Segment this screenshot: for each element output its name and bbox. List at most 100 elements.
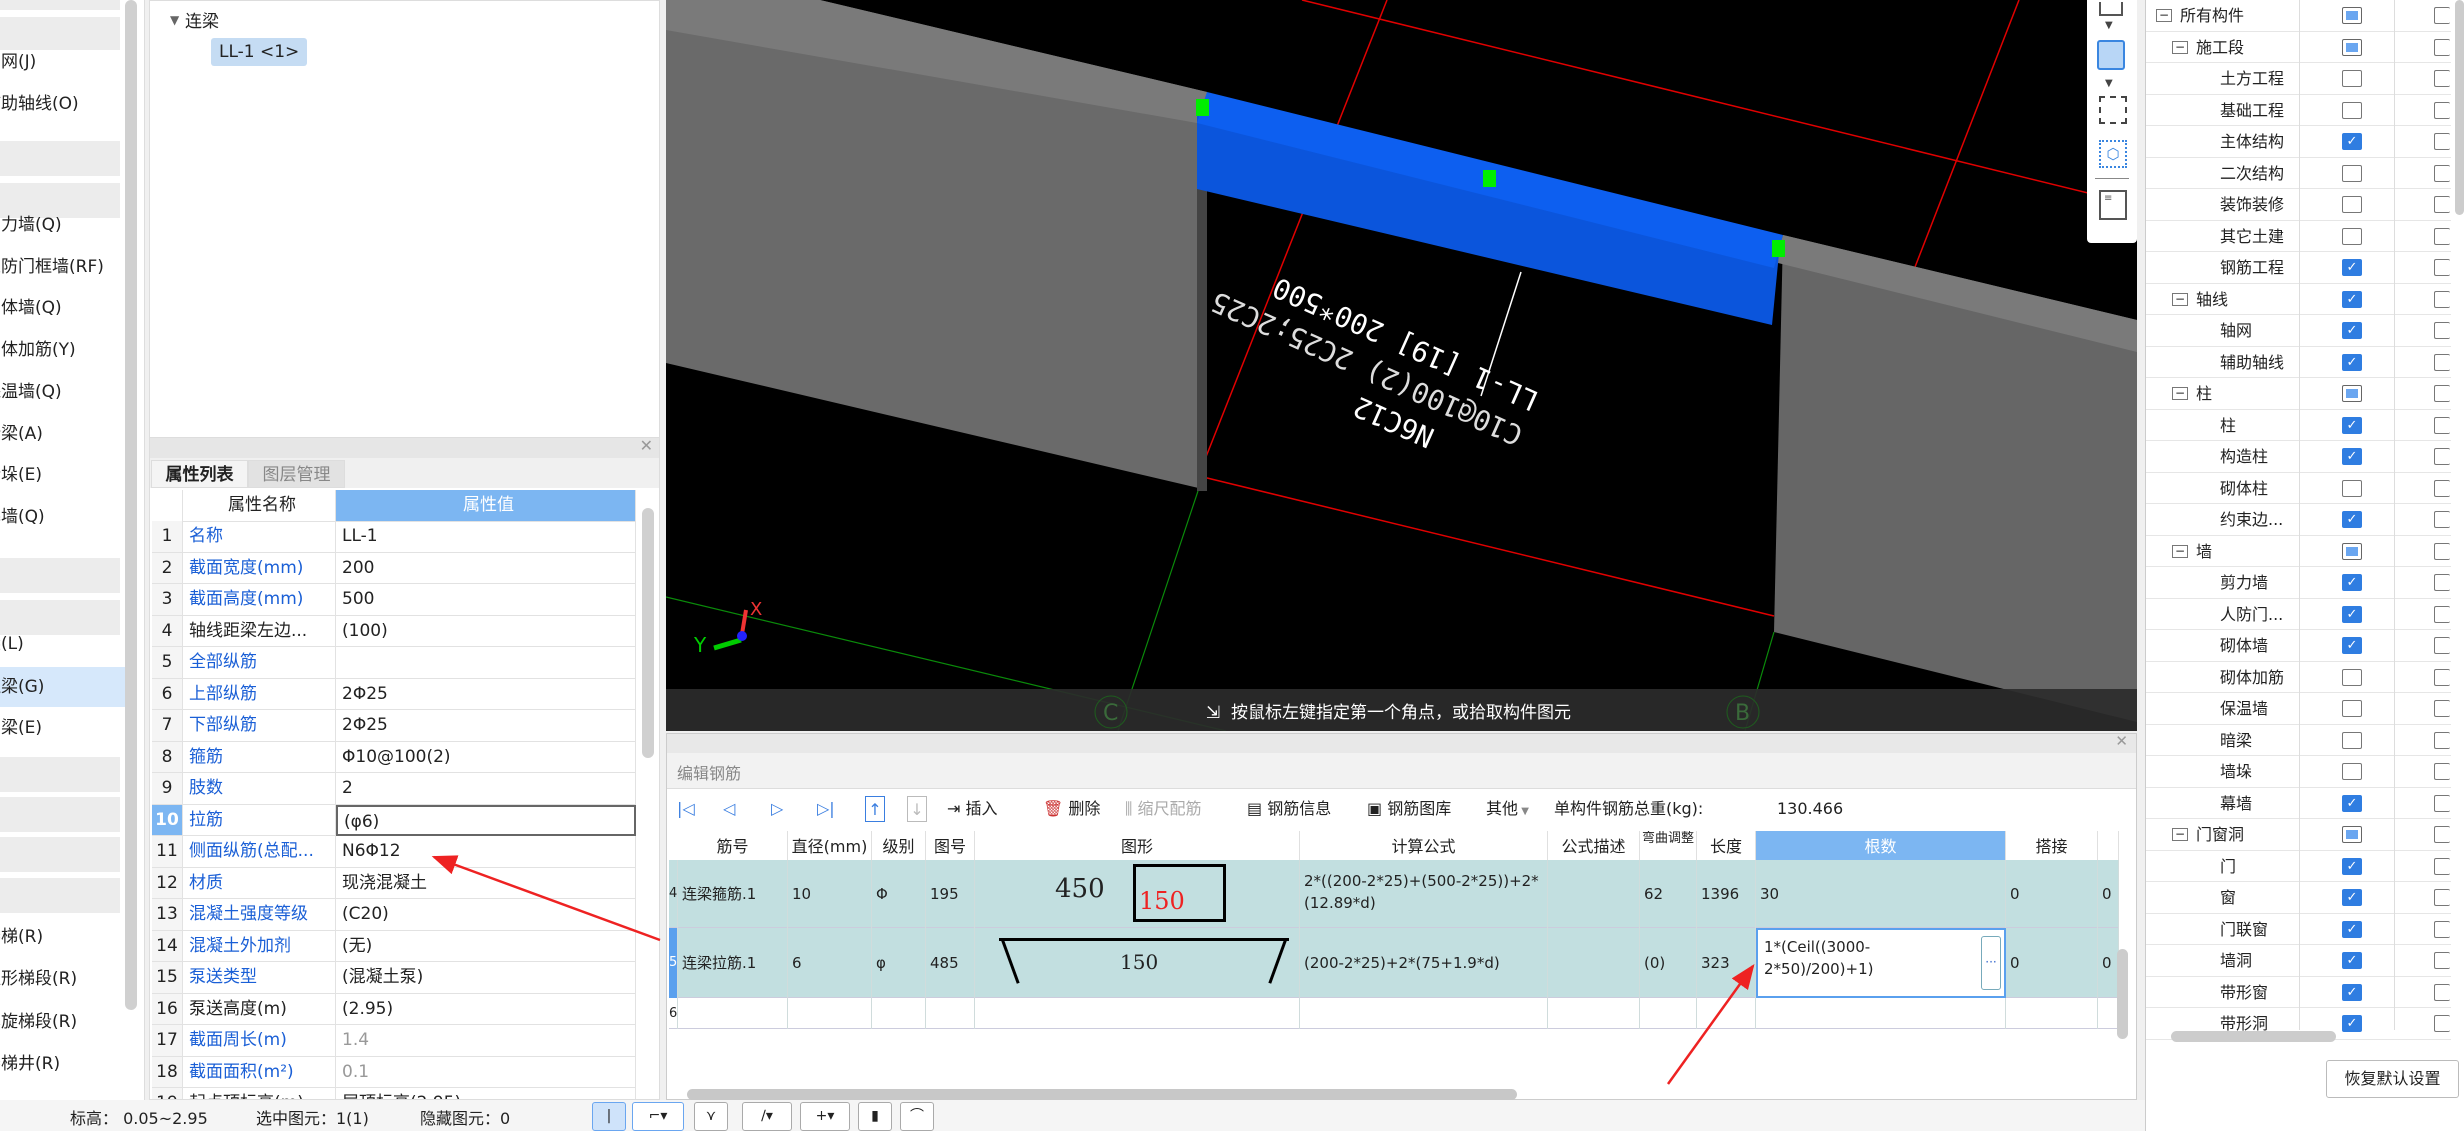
rebar-cell-bend[interactable]: 62 (1640, 860, 1697, 928)
property-row[interactable]: 16 泵送高度(m) (2.95) (150, 993, 640, 1025)
cross-select-button[interactable]: ⋎ (694, 1102, 728, 1131)
close-icon[interactable]: ✕ (640, 438, 653, 455)
property-row[interactable]: 17 截面周长(m) 1.4 (150, 1025, 640, 1057)
secondary-checkbox[interactable] (2434, 133, 2450, 150)
rebar-library-button[interactable]: ▣ 钢筋图库 (1367, 796, 1451, 822)
next-record-icon[interactable]: ▷ (771, 796, 783, 822)
property-value[interactable]: LL-1 (336, 521, 636, 553)
secondary-checkbox[interactable] (2434, 511, 2450, 528)
column-header[interactable]: 弯曲调整 (1640, 831, 1697, 862)
visibility-checkbox[interactable]: ✓ (2342, 448, 2362, 465)
visibility-checkbox[interactable]: ✓ (2342, 574, 2362, 591)
visibility-checkbox[interactable]: ✓ (2342, 259, 2362, 276)
rebar-cell-bend[interactable] (1640, 998, 1697, 1029)
dropdown-arrow-icon[interactable]: ▼ (2105, 20, 2113, 31)
secondary-checkbox[interactable] (2434, 416, 2450, 434)
visibility-checkbox[interactable]: ✓ (2342, 133, 2362, 150)
sidebar-item[interactable]: 剪力墙(Q) (0, 205, 134, 245)
secondary-checkbox[interactable] (2434, 38, 2450, 56)
reset-default-button[interactable]: 恢复默认设置 (2326, 1060, 2459, 1098)
secondary-checkbox[interactable] (2434, 542, 2450, 560)
ellipsis-button[interactable]: ··· (1981, 936, 2001, 990)
secondary-checkbox[interactable] (2434, 668, 2450, 686)
secondary-checkbox[interactable] (2434, 164, 2450, 182)
rebar-cell-fig[interactable]: 195 (926, 860, 975, 928)
rebar-info-button[interactable]: ▤ 钢筋信息 (1247, 796, 1331, 822)
arc-tool-button[interactable]: ⌒ (900, 1102, 934, 1131)
rebar-cell-length[interactable]: 1396 (1697, 860, 1756, 928)
column-header[interactable]: 长度 (1697, 831, 1756, 862)
property-row[interactable]: 8 箍筋 Φ10@100(2) (150, 741, 640, 773)
property-row[interactable]: 18 截面面积(m²) 0.1 (150, 1056, 640, 1088)
secondary-checkbox[interactable] (2434, 731, 2450, 749)
sidebar-group-header[interactable] (0, 141, 120, 176)
sidebar-group-header[interactable] (0, 878, 120, 913)
grip-point-mid[interactable] (1483, 170, 1496, 187)
rebar-cell-grade[interactable]: φ (872, 928, 926, 998)
visibility-checkbox[interactable] (2342, 763, 2362, 780)
sidebar-group-header[interactable] (0, 797, 120, 832)
property-value[interactable]: 2Φ25 (336, 678, 636, 710)
property-row[interactable]: 1 名称 LL-1 (150, 521, 640, 553)
property-value[interactable] (336, 647, 636, 679)
vertical-scrollbar[interactable] (2455, 0, 2464, 215)
visibility-checkbox[interactable]: ✓ (2342, 511, 2362, 528)
visibility-checkbox[interactable] (2342, 227, 2362, 245)
column-header[interactable]: 搭接 (2006, 831, 2098, 862)
rebar-cell-dia[interactable]: 10 (788, 860, 872, 928)
sidebar-group-header[interactable] (0, 558, 120, 593)
sidebar-item[interactable]: 轴网(J) (0, 42, 134, 82)
move-down-icon[interactable]: ↓ (907, 796, 927, 822)
property-row[interactable]: 3 截面高度(mm) 500 (150, 584, 640, 616)
rebar-cell-name[interactable]: 连梁拉筋.1 (678, 928, 788, 998)
rebar-cell-dia[interactable]: 6 (788, 928, 872, 998)
secondary-checkbox[interactable] (2434, 952, 2450, 969)
visibility-checkbox[interactable] (2342, 70, 2362, 87)
property-value[interactable]: 1.4 (336, 1025, 636, 1057)
column-header[interactable]: 计算公式 (1300, 831, 1548, 862)
secondary-checkbox[interactable] (2434, 290, 2450, 308)
visibility-checkbox[interactable] (2342, 7, 2362, 24)
vertical-scrollbar[interactable] (2117, 949, 2128, 1039)
secondary-checkbox[interactable] (2434, 700, 2450, 717)
sidebar-scrollbar[interactable] (125, 0, 137, 1010)
count-formula-text[interactable]: 1*(Ceil((3000-2*50)/200)+1) (1764, 938, 1873, 978)
collapse-icon[interactable]: − (2156, 9, 2172, 22)
sidebar-item[interactable]: 圈梁(E) (0, 708, 134, 748)
properties-scrollbar[interactable] (642, 508, 654, 758)
property-row[interactable]: 11 侧面纵筋(总配... N6Φ12 (150, 836, 640, 868)
sidebar-group-header[interactable] (0, 837, 120, 872)
rebar-cell-fig[interactable]: 485 (926, 928, 975, 998)
horizontal-scrollbar[interactable] (2171, 1031, 2336, 1042)
rebar-cell-bend[interactable]: (0) (1640, 928, 1697, 998)
property-value[interactable]: (混凝土泵) (336, 962, 636, 994)
rebar-cell-grade[interactable]: Φ (872, 860, 926, 928)
secondary-checkbox[interactable] (2434, 7, 2450, 24)
rebar-cell-length[interactable] (1697, 998, 1756, 1029)
rebar-cell-count[interactable]: 30 (1756, 860, 2006, 928)
sidebar-group-header[interactable] (0, 0, 120, 10)
sidebar-item[interactable]: 墙垛(E) (0, 455, 134, 495)
rebar-cell-last[interactable]: 0 (2098, 860, 2119, 928)
secondary-checkbox[interactable] (2434, 353, 2450, 371)
secondary-checkbox[interactable] (2434, 70, 2450, 87)
property-row[interactable]: 2 截面宽度(mm) 200 (150, 552, 640, 584)
secondary-checkbox[interactable] (2434, 826, 2450, 843)
sidebar-item[interactable]: 保温墙(Q) (0, 372, 134, 412)
property-value[interactable]: (无) (336, 930, 636, 962)
sidebar-item[interactable]: 暗梁(A) (0, 414, 134, 454)
column-header[interactable]: 公式描述 (1548, 831, 1640, 862)
box-select-button[interactable]: ⌐▾ (632, 1102, 684, 1131)
collapse-icon[interactable]: − (2172, 40, 2188, 54)
rebar-cell-desc[interactable] (1548, 928, 1640, 998)
property-value[interactable]: (2.95) (336, 993, 636, 1025)
property-row[interactable]: 5 全部纵筋 (150, 647, 640, 679)
visibility-checkbox[interactable]: ✓ (2342, 889, 2362, 906)
visibility-checkbox[interactable]: ✓ (2342, 416, 2362, 434)
visibility-checkbox[interactable]: ✓ (2342, 1015, 2362, 1032)
visibility-checkbox[interactable] (2342, 668, 2362, 686)
rebar-cell-desc[interactable] (1548, 998, 1640, 1029)
property-value[interactable]: (100) (336, 615, 636, 647)
insert-button[interactable]: ⇥ 插入 (947, 796, 998, 822)
grip-point-end[interactable] (1772, 240, 1785, 257)
